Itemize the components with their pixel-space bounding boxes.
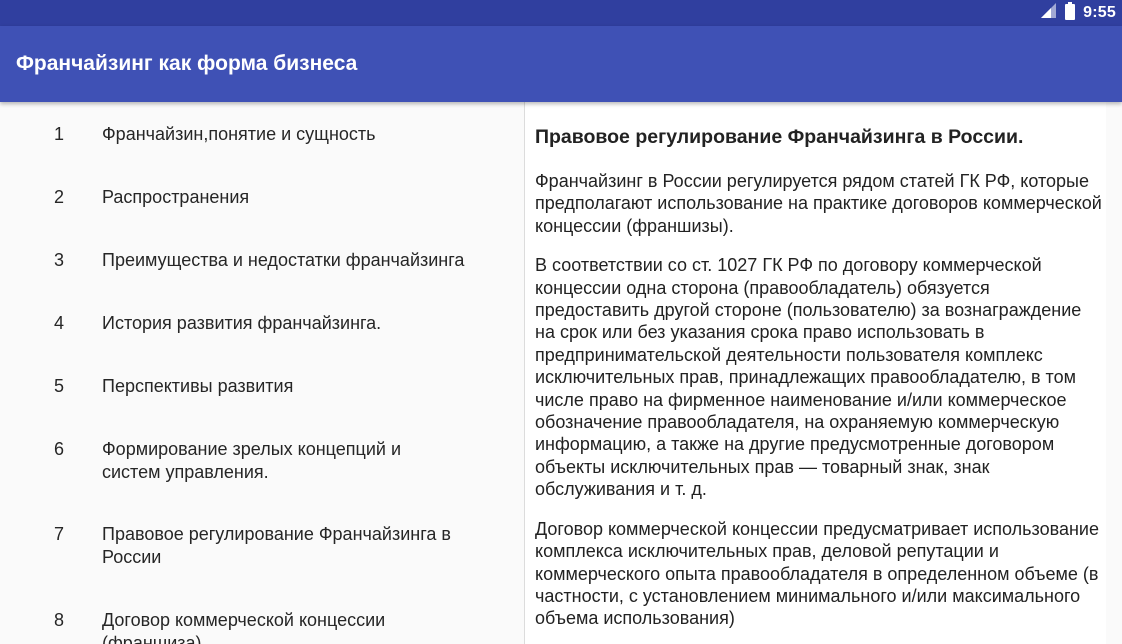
toc-panel: 1 Франчайзин,понятие и сущность 2 Распро… (0, 102, 524, 644)
toc-item-number: 7 (53, 524, 64, 544)
toc-item-label: Формирование зрелых концепций и систем у… (102, 439, 402, 482)
toc-item-label: Распространения (102, 187, 250, 207)
battery-icon (1065, 1, 1076, 25)
app-bar: Франчайзинг как форма бизнеса (0, 26, 1122, 102)
article-content: Правовое регулирование Франчайзинга в Ро… (535, 124, 1103, 644)
toc-item-label: Правовое регулирование Франчайзинга в Ро… (102, 524, 451, 567)
toc-item-label: Преимущества и недостатки франчайзинга (102, 250, 465, 270)
toc-item-label: История развития франчайзинга. (102, 313, 382, 333)
article-paragraph: В соответствии со ст. 1027 ГК РФ по дого… (535, 255, 1082, 500)
app-title: Франчайзинг как форма бизнеса (16, 52, 358, 75)
toc-item-number: 1 (53, 124, 64, 144)
toc-item-label: Франчайзин,понятие и сущность (102, 124, 376, 144)
toc-item-number: 6 (53, 439, 64, 459)
toc-item-number: 2 (53, 187, 64, 207)
status-time: 9:55 (1083, 4, 1116, 21)
toc-item-label: Договор коммерческой концессии (франшиза… (102, 610, 386, 644)
toc-item-number: 3 (53, 250, 64, 270)
article-paragraph: Договор коммерческой концессии предусмат… (535, 518, 1099, 629)
article-paragraph: Франчайзинг в России регулируется рядом … (535, 171, 1102, 236)
status-bar: 9:55 (0, 0, 1122, 26)
article-panel[interactable]: Правовое регулирование Франчайзинга в Ро… (525, 102, 1106, 644)
toc-item-label: Перспективы развития (102, 376, 294, 396)
toc-item-number: 4 (53, 313, 64, 333)
toc-item-number: 8 (53, 610, 64, 630)
status-icons: 9:55 (1040, 1, 1116, 25)
article-title: Правовое регулирование Франчайзинга в Ро… (535, 126, 1024, 148)
toc-item-number: 5 (53, 376, 64, 396)
signal-icon (1040, 2, 1057, 24)
